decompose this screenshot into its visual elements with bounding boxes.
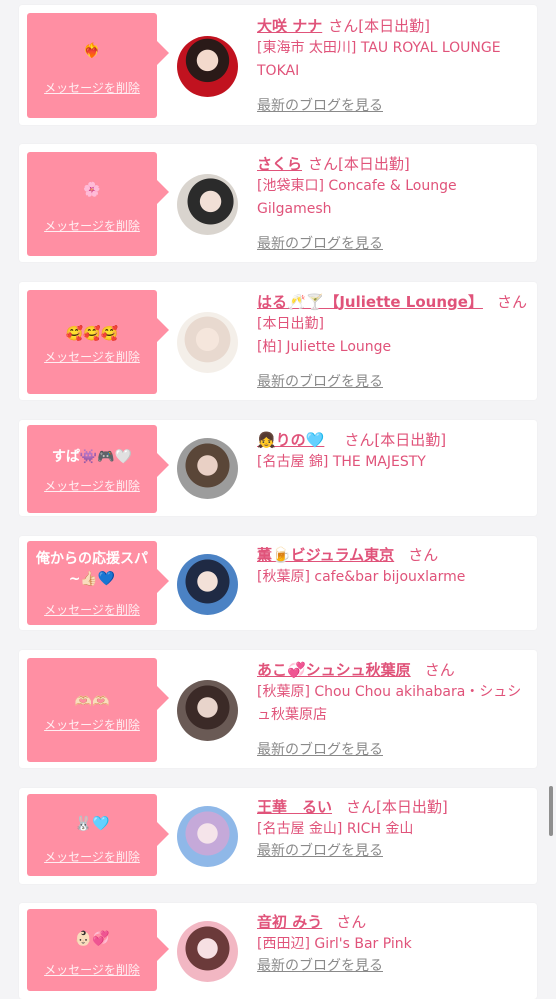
delete-message-link[interactable]: メッセージを削除	[27, 716, 157, 733]
avatar[interactable]	[177, 921, 238, 982]
status-badge: [本日出勤]	[376, 798, 448, 816]
message-bubble: 👶🏻💞 メッセージを削除	[27, 909, 169, 991]
avatar[interactable]	[177, 806, 238, 867]
cast-name-link[interactable]: 👧りの🩵	[257, 431, 324, 449]
delete-message-link[interactable]: メッセージを削除	[27, 348, 157, 365]
message-card: 🌸 メッセージを削除 さくら さん[本日出勤] [池袋東口] Concafe & …	[19, 144, 537, 262]
cast-info: 音初 みう さん [西田辺] Girl's Bar Pink 最新のブログを見る	[257, 911, 527, 976]
cast-name-link[interactable]: さくら	[257, 155, 302, 173]
cast-info: さくら さん[本日出勤] [池袋東口] Concafe & Lounge Gilg…	[257, 153, 527, 221]
avatar[interactable]	[177, 174, 238, 235]
blog-link[interactable]: 最新のブログを見る	[257, 234, 383, 254]
honorific: さん	[424, 661, 455, 679]
shop-name: [東海市 太田川] TAU ROYAL LOUNGE TOKAI	[257, 40, 501, 79]
message-text: 🫶🏻🫶🏻	[74, 694, 110, 710]
cast-name-link[interactable]: あこ💞シュシュ秋葉原	[257, 661, 411, 679]
message-bubble: 🥰🥰🥰 メッセージを削除	[27, 290, 169, 394]
message-card: 🫶🏻🫶🏻 メッセージを削除 あこ💞シュシュ秋葉原 さん [秋葉原] Chou Ch…	[19, 650, 537, 768]
cast-info: はる🥂🍸【Juliette Lounge】 さん [本日出勤] [柏] Julie…	[257, 291, 527, 359]
blog-link[interactable]: 最新のブログを見る	[257, 740, 383, 760]
honorific: さん	[336, 913, 367, 931]
status-badge: [本日出勤]	[338, 155, 410, 173]
message-card: 俺からの応援スパ~👍🏻💙 メッセージを削除 薫🍺ビジュラム東京 さん [秋葉原] …	[19, 536, 537, 630]
blog-link[interactable]: 最新のブログを見る	[257, 956, 527, 976]
message-bubble: すぱ👾🎮🤍 メッセージを削除	[27, 425, 169, 513]
shop-name: [名古屋 錦] THE MAJESTY	[257, 454, 426, 470]
blog-link[interactable]: 最新のブログを見る	[257, 372, 383, 392]
message-bubble: 俺からの応援スパ~👍🏻💙 メッセージを削除	[27, 541, 169, 625]
delete-message-link[interactable]: メッセージを削除	[27, 477, 157, 494]
honorific: さん	[328, 17, 359, 35]
honorific: さん	[408, 546, 439, 564]
blog-link[interactable]: 最新のブログを見る	[257, 841, 527, 861]
cast-name-link[interactable]: 王華 るい	[257, 798, 332, 816]
message-bubble: 🐰🩵 メッセージを削除	[27, 794, 169, 876]
cast-info: 王華 るい さん[本日出勤] [名古屋 金山] RICH 金山 最新のブログを見る	[257, 796, 527, 861]
shop-name: [名古屋 金山] RICH 金山	[257, 821, 414, 837]
delete-message-link[interactable]: メッセージを削除	[27, 961, 157, 978]
message-card: 🥰🥰🥰 メッセージを削除 はる🥂🍸【Juliette Lounge】 さん [本日…	[19, 282, 537, 400]
status-badge: [本日出勤]	[257, 316, 324, 332]
cast-name-link[interactable]: 薫🍺ビジュラム東京	[257, 546, 394, 564]
avatar[interactable]	[177, 680, 238, 741]
message-bubble: ❤️‍🔥 メッセージを削除	[27, 13, 169, 118]
cast-info: 👧りの🩵 さん[本日出勤] [名古屋 錦] THE MAJESTY	[257, 429, 527, 474]
cast-info: 大咲 ナナ さん[本日出勤] [東海市 太田川] TAU ROYAL LOUNGE…	[257, 15, 527, 83]
blog-link[interactable]: 最新のブログを見る	[257, 96, 383, 116]
cast-name-link[interactable]: 大咲 ナナ	[257, 17, 322, 35]
shop-name: [池袋東口] Concafe & Lounge Gilgamesh	[257, 178, 457, 217]
cast-info: あこ💞シュシュ秋葉原 さん [秋葉原] Chou Chou akihabara・シ…	[257, 659, 527, 727]
status-badge: [本日出勤]	[374, 431, 447, 449]
shop-name: [秋葉原] Chou Chou akihabara・シュシュ秋葉原店	[257, 684, 522, 723]
honorific: さん	[308, 155, 339, 173]
delete-message-link[interactable]: メッセージを削除	[27, 601, 157, 618]
message-card: 👶🏻💞 メッセージを削除 音初 みう さん [西田辺] Girl's Bar Pi…	[19, 903, 537, 999]
message-text: 🥰🥰🥰	[65, 326, 119, 342]
honorific: さん	[496, 293, 527, 311]
message-text: ❤️‍🔥	[83, 43, 101, 59]
honorific: さん	[344, 431, 375, 449]
avatar[interactable]	[177, 36, 238, 97]
cast-name-link[interactable]: はる🥂🍸【Juliette Lounge】	[257, 293, 483, 311]
avatar[interactable]	[177, 438, 238, 499]
delete-message-link[interactable]: メッセージを削除	[27, 848, 157, 865]
message-card: すぱ👾🎮🤍 メッセージを削除 👧りの🩵 さん[本日出勤] [名古屋 錦] THE …	[19, 420, 537, 516]
shop-name: [秋葉原] cafe&bar bijouxlarme	[257, 569, 466, 585]
honorific: さん	[346, 798, 377, 816]
message-text: 俺からの応援スパ~👍🏻💙	[36, 551, 148, 587]
shop-name: [柏] Juliette Lounge	[257, 339, 392, 355]
shop-name: [西田辺] Girl's Bar Pink	[257, 936, 412, 952]
scrollbar[interactable]	[549, 786, 553, 836]
message-text: 🐰🩵	[74, 816, 110, 832]
message-bubble: 🫶🏻🫶🏻 メッセージを削除	[27, 658, 169, 762]
message-text: すぱ👾🎮🤍	[51, 449, 133, 465]
avatar[interactable]	[177, 312, 238, 373]
delete-message-link[interactable]: メッセージを削除	[27, 217, 157, 234]
delete-message-link[interactable]: メッセージを削除	[27, 79, 157, 96]
cast-info: 薫🍺ビジュラム東京 さん [秋葉原] cafe&bar bijouxlarme	[257, 544, 527, 589]
message-bubble: 🌸 メッセージを削除	[27, 152, 169, 256]
cast-name-link[interactable]: 音初 みう	[257, 913, 322, 931]
message-card: 🐰🩵 メッセージを削除 王華 るい さん[本日出勤] [名古屋 金山] RICH …	[19, 788, 537, 884]
message-text: 👶🏻💞	[74, 931, 110, 947]
status-badge: [本日出勤]	[358, 17, 430, 35]
avatar[interactable]	[177, 554, 238, 615]
message-text: 🌸	[83, 182, 101, 198]
message-card: ❤️‍🔥 メッセージを削除 大咲 ナナ さん[本日出勤] [東海市 太田川] TA…	[19, 5, 537, 125]
